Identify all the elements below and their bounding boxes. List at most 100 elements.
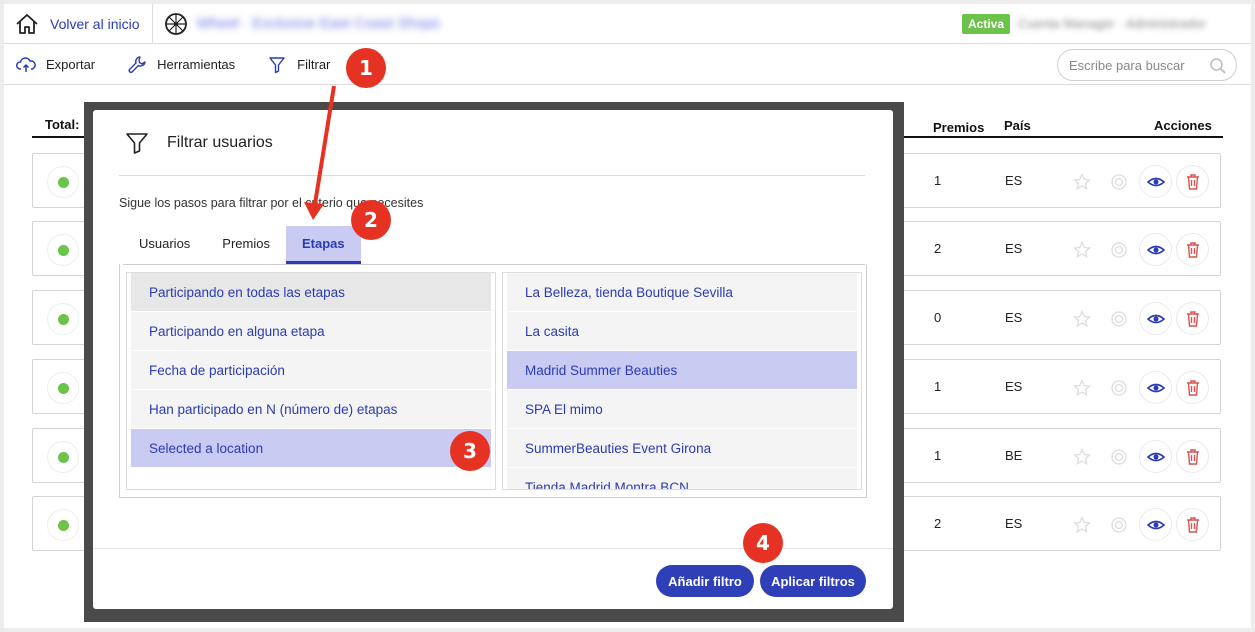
toolbar: Exportar Herramientas Filtrar Escribe pa… xyxy=(4,45,1251,85)
star-icon xyxy=(1072,447,1091,465)
location-item[interactable]: La casita xyxy=(507,312,857,351)
star-button[interactable] xyxy=(1065,165,1098,198)
status-dot xyxy=(47,234,79,266)
prize-button[interactable] xyxy=(1102,233,1135,266)
prize-button[interactable] xyxy=(1102,371,1135,404)
prize-button[interactable] xyxy=(1102,508,1135,541)
delete-button[interactable] xyxy=(1176,508,1209,541)
trash-icon xyxy=(1186,379,1199,396)
eye-icon xyxy=(1146,452,1165,461)
criteria-item[interactable]: Participando en alguna etapa xyxy=(131,312,491,351)
eye-icon xyxy=(1146,177,1165,186)
tab-etapas[interactable]: Etapas xyxy=(285,226,361,264)
star-icon xyxy=(1072,172,1091,190)
trash-icon xyxy=(1186,173,1199,190)
criteria-item[interactable]: Han participado en N (número de) etapas xyxy=(131,390,491,429)
location-item[interactable]: La Belleza, tienda Boutique Sevilla xyxy=(507,273,857,312)
target-icon xyxy=(1110,516,1127,533)
filter-icon xyxy=(126,132,148,154)
prize-button[interactable] xyxy=(1102,440,1135,473)
delete-button[interactable] xyxy=(1176,302,1209,335)
status-badge: Activa xyxy=(962,14,1011,34)
star-icon xyxy=(1072,309,1091,327)
annotation-step-4: 4 xyxy=(743,523,783,563)
criteria-item[interactable]: Participando en todas las etapas xyxy=(131,273,491,312)
eye-icon xyxy=(1146,314,1165,323)
column-country[interactable]: País xyxy=(1004,118,1031,133)
tools-button[interactable]: Herramientas xyxy=(127,55,235,75)
export-label: Exportar xyxy=(46,57,96,72)
filter-button[interactable]: Filtrar xyxy=(267,55,330,75)
location-item[interactable]: SummerBeauties Event Girona xyxy=(507,429,857,468)
prize-button[interactable] xyxy=(1102,302,1135,335)
status-dot xyxy=(47,303,79,335)
country-cell: ES xyxy=(1005,310,1023,325)
prizes-cell: 2 xyxy=(934,516,942,531)
criteria-item-selected[interactable]: Selected a location xyxy=(131,429,491,468)
star-button[interactable] xyxy=(1065,233,1098,266)
cloud-upload-icon xyxy=(16,56,36,72)
top-bar: Volver al inicio Wheel · Exclusive East … xyxy=(4,4,1251,44)
location-item[interactable]: Tienda Madrid Montra BCN xyxy=(507,468,857,489)
target-icon xyxy=(1110,310,1127,327)
country-cell: ES xyxy=(1005,173,1023,188)
view-button[interactable] xyxy=(1139,371,1172,404)
star-icon xyxy=(1072,378,1091,396)
country-cell: ES xyxy=(1005,379,1023,394)
criteria-list[interactable]: Participando en todas las etapas Partici… xyxy=(126,272,496,490)
view-button[interactable] xyxy=(1139,233,1172,266)
view-button[interactable] xyxy=(1139,440,1172,473)
delete-button[interactable] xyxy=(1176,440,1209,473)
modal-header: Filtrar usuarios xyxy=(119,110,865,176)
view-button[interactable] xyxy=(1139,508,1172,541)
trash-icon xyxy=(1186,310,1199,327)
search-icon xyxy=(1210,58,1226,74)
filter-label: Filtrar xyxy=(297,57,331,72)
delete-button[interactable] xyxy=(1176,371,1209,404)
filter-tabs: Usuarios Premios Etapas xyxy=(123,226,865,265)
status-dot xyxy=(47,509,79,541)
search-input[interactable]: Escribe para buscar xyxy=(1057,49,1237,81)
tab-premios[interactable]: Premios xyxy=(206,226,286,264)
brand: Wheel · Exclusive East Coast Shops xyxy=(153,11,440,37)
trash-icon xyxy=(1186,516,1199,533)
view-button[interactable] xyxy=(1139,165,1172,198)
total-label: Total: xyxy=(45,117,80,132)
star-icon xyxy=(1072,240,1091,258)
home-link[interactable]: Volver al inicio xyxy=(4,4,153,44)
star-button[interactable] xyxy=(1065,371,1098,404)
user-info: Cuenta Manager · Administrador xyxy=(1018,16,1206,31)
delete-button[interactable] xyxy=(1176,165,1209,198)
view-button[interactable] xyxy=(1139,302,1172,335)
apply-filters-button[interactable]: Aplicar filtros xyxy=(760,565,866,597)
search-placeholder: Escribe para buscar xyxy=(1069,57,1185,73)
country-cell: ES xyxy=(1005,516,1023,531)
target-icon xyxy=(1110,379,1127,396)
eye-icon xyxy=(1146,383,1165,392)
criteria-item[interactable]: Fecha de participación xyxy=(131,351,491,390)
app-window: Volver al inicio Wheel · Exclusive East … xyxy=(4,4,1251,628)
tab-usuarios[interactable]: Usuarios xyxy=(123,226,206,264)
annotation-step-2: 2 xyxy=(351,200,391,240)
star-button[interactable] xyxy=(1065,440,1098,473)
target-icon xyxy=(1110,173,1127,190)
delete-button[interactable] xyxy=(1176,233,1209,266)
prize-button[interactable] xyxy=(1102,165,1135,198)
home-label: Volver al inicio xyxy=(50,15,140,32)
star-button[interactable] xyxy=(1065,302,1098,335)
status-dot xyxy=(47,372,79,404)
trash-icon xyxy=(1186,448,1199,465)
location-item[interactable]: SPA El mimo xyxy=(507,390,857,429)
trash-icon xyxy=(1186,241,1199,258)
column-prizes[interactable]: Premios xyxy=(933,120,984,135)
prizes-cell: 1 xyxy=(934,448,942,463)
star-button[interactable] xyxy=(1065,508,1098,541)
wheel-icon xyxy=(164,12,187,35)
annotation-step-3: 3 xyxy=(450,431,490,471)
star-icon xyxy=(1072,515,1091,533)
target-icon xyxy=(1110,241,1127,258)
location-item-selected[interactable]: Madrid Summer Beauties xyxy=(507,351,857,390)
locations-list[interactable]: La Belleza, tienda Boutique Sevilla La c… xyxy=(502,272,862,490)
export-button[interactable]: Exportar xyxy=(16,55,95,75)
add-filter-button[interactable]: Añadir filtro xyxy=(656,565,754,597)
